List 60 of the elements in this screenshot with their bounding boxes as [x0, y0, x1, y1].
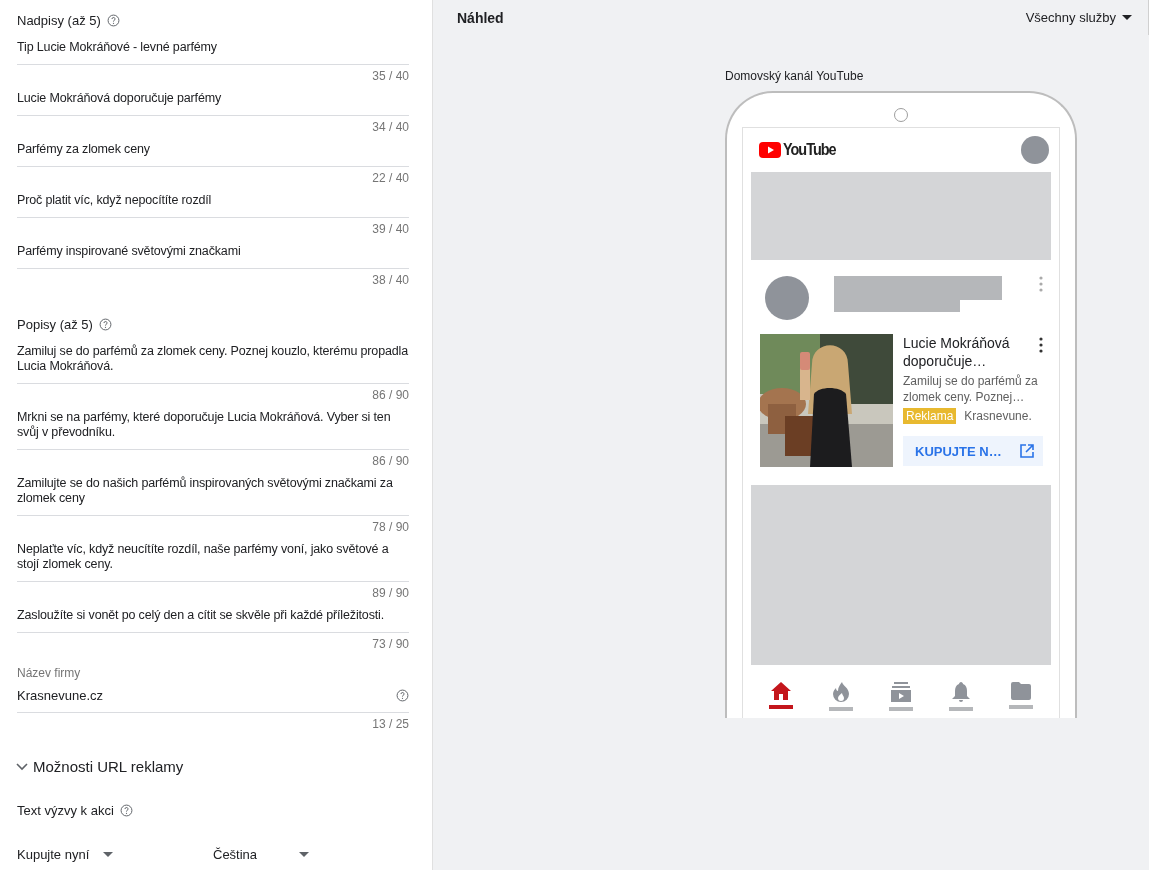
- help-icon[interactable]: [98, 317, 112, 331]
- character-counter: 38 / 40: [371, 273, 409, 288]
- more-icon[interactable]: [1039, 337, 1043, 353]
- flame-icon: [832, 681, 850, 703]
- section-label: Nadpisy (až 5): [17, 12, 101, 28]
- avatar: [1021, 136, 1049, 164]
- logo-text: YouTube: [783, 140, 836, 160]
- field-label: Název firmy: [17, 666, 82, 680]
- character-counter: 73 / 90: [371, 637, 409, 652]
- placement-label: Domovský kanál YouTube: [725, 69, 865, 83]
- nav-tab[interactable]: [769, 681, 793, 711]
- character-counter: 13 / 25: [371, 717, 409, 732]
- headline-field[interactable]: Proč platit víc, když nepocítíte rozdíl: [17, 189, 409, 218]
- avatar: [765, 276, 809, 320]
- business-name-field[interactable]: Krasnevune.cz: [17, 688, 103, 703]
- headline-field[interactable]: Parfémy inspirované světovými značkami: [17, 240, 409, 269]
- ad-badge: Reklama: [903, 408, 957, 424]
- external-link-icon: [1019, 443, 1035, 459]
- nav-tab[interactable]: [829, 681, 853, 711]
- section-label: Popisy (až 5): [17, 316, 93, 332]
- nav-tab[interactable]: [949, 681, 973, 711]
- dropdown-caret-icon: [1122, 15, 1132, 20]
- advertiser-name: Krasnevune.: [964, 409, 1032, 423]
- character-counter: 34 / 40: [371, 120, 409, 135]
- description-field[interactable]: Mrkni se na parfémy, které doporučuje Lucia Mokráňová. Vyber si ten svůj v převodníku.: [17, 406, 409, 450]
- cta-button[interactable]: KUPUJTE N…: [903, 436, 1043, 466]
- dropdown[interactable]: Čeština: [213, 847, 313, 870]
- description-field[interactable]: Zamilujte se do našich parfémů inspirovaných světovými značkami za zlomek ceny: [17, 472, 409, 516]
- headline-field[interactable]: Tip Lucie Mokráňové - levné parfémy: [17, 36, 409, 65]
- play-logo-icon: [759, 142, 781, 158]
- character-counter: 86 / 90: [371, 454, 409, 469]
- help-icon[interactable]: [396, 689, 409, 702]
- section-label: Text výzvy k akci: [17, 802, 114, 818]
- folder-icon: [1010, 681, 1032, 701]
- subscriptions-icon: [890, 681, 912, 703]
- nav-tab[interactable]: [889, 681, 913, 711]
- panel-title: Náhled: [457, 9, 504, 26]
- description-field[interactable]: Neplaťte víc, když neucítíte rozdíl, naše parfémy voní, jako světové a stojí zlomek ceny.: [17, 538, 409, 582]
- character-counter: 78 / 90: [371, 520, 409, 535]
- character-counter: 35 / 40: [371, 69, 409, 84]
- ad-title: Lucie Mokráňová doporučuje…: [903, 334, 1011, 370]
- ad-description: Zamiluj se do parfémů za zlomek ceny. Poznej…: [903, 373, 1039, 405]
- help-icon[interactable]: [119, 803, 133, 817]
- home-icon: [770, 681, 792, 701]
- character-counter: 22 / 40: [371, 171, 409, 186]
- headline-field[interactable]: Parfémy za zlomek ceny: [17, 138, 409, 167]
- dropdown-caret-icon: [103, 852, 113, 857]
- character-counter: 86 / 90: [371, 388, 409, 403]
- url-options-toggle[interactable]: Možnosti URL reklamy: [15, 758, 184, 775]
- dropdown-caret-icon: [299, 852, 309, 857]
- character-counter: 39 / 40: [371, 222, 409, 237]
- bell-icon: [951, 681, 971, 703]
- nav-tab[interactable]: [1009, 681, 1033, 711]
- filter-dropdown[interactable]: Všechny služby: [1025, 0, 1149, 35]
- character-counter: 89 / 90: [371, 586, 409, 601]
- help-icon[interactable]: [106, 13, 120, 27]
- description-field[interactable]: Zasloužíte si vonět po celý den a cítit se skvěle při každé příležitosti.: [17, 604, 409, 633]
- headline-field[interactable]: Lucie Mokráňová doporučuje parfémy: [17, 87, 409, 116]
- dropdown[interactable]: Kupujte nyní: [17, 847, 117, 870]
- description-field[interactable]: Zamiluj se do parfémů za zlomek ceny. Poznej kouzlo, kterému propadla Lucia Mokráňová.: [17, 340, 409, 384]
